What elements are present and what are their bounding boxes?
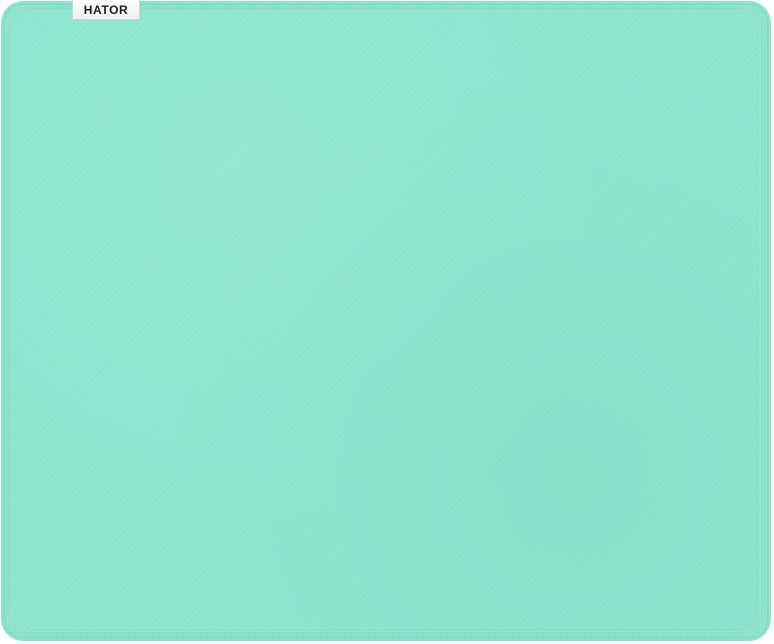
- mousepad-surface: [12, 11, 760, 632]
- brand-label: HATOR: [83, 3, 129, 17]
- product-image: HATOR: [0, 0, 774, 644]
- mousepad: [1, 1, 771, 641]
- brand-tag: HATOR: [73, 0, 139, 19]
